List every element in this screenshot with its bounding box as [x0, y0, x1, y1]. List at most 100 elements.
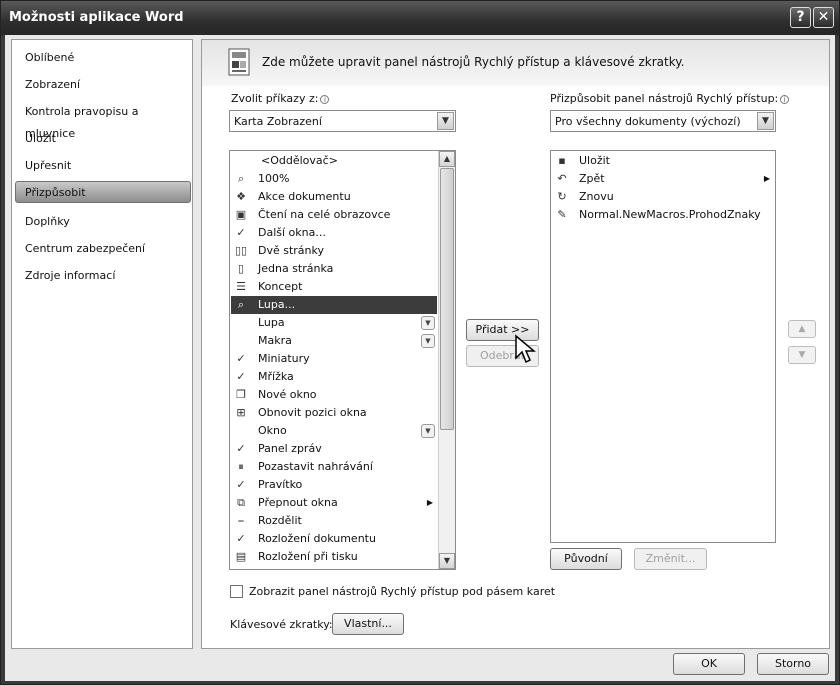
list-item[interactable]: ✓ Rozložení dokumentu: [231, 530, 437, 548]
list-item-label: Přepnout okna: [258, 496, 338, 509]
list-item[interactable]: Lupa ▼: [231, 314, 437, 332]
reset-button[interactable]: Původní: [550, 548, 622, 570]
switch-windows-icon: ⧉: [237, 496, 245, 509]
list-item[interactable]: Okno ▼: [231, 422, 437, 440]
list-item[interactable]: ✓ Miniatury: [231, 350, 437, 368]
list-item[interactable]: ✓ Panel zpráv: [231, 440, 437, 458]
show-below-ribbon-checkbox[interactable]: [230, 585, 243, 598]
list-item[interactable]: <Oddělovač>: [231, 152, 437, 170]
list-item[interactable]: ☰ Koncept: [231, 278, 437, 296]
full-screen-reading-icon: ▣: [235, 208, 247, 221]
list-item[interactable]: ✓ Další okna...: [231, 224, 437, 242]
check-icon: ✓: [236, 352, 246, 365]
nav-item-doplnky[interactable]: Doplňky: [12, 211, 192, 233]
custom-shortcuts-button[interactable]: Vlastní...: [332, 613, 404, 635]
customize-qat-dropdown[interactable]: Pro všechny dokumenty (výchozí) ▼: [550, 110, 776, 132]
list-item[interactable]: ✓ Pravítko: [231, 476, 437, 494]
commands-scrollbar[interactable]: ▲ ▼: [438, 151, 455, 569]
list-item-label: Zpět: [579, 172, 605, 185]
scroll-down-icon[interactable]: ▼: [439, 553, 455, 569]
choose-commands-label: Zvolit příkazy z: i: [231, 92, 330, 105]
nav-item-oblibene[interactable]: Oblíbené: [12, 47, 192, 69]
list-item[interactable]: ⧉ Přepnout okna ▶: [231, 494, 437, 512]
check-icon: ✓: [236, 442, 246, 455]
draft-icon: ☰: [236, 280, 246, 293]
modify-button[interactable]: Změnit...: [634, 548, 707, 570]
commands-list[interactable]: ▲ ▼ <Oddělovač> ⌕ 100% ❖ Akce dokumentu ▣ Čten…: [229, 150, 456, 570]
list-item[interactable]: ⌕ 100%: [231, 170, 437, 188]
customize-qat-label: Přizpůsobit panel nástrojů Rychlý přístu…: [550, 92, 790, 105]
document-actions-icon: ❖: [236, 190, 246, 203]
move-down-button[interactable]: ▼: [788, 346, 816, 364]
list-item-label: Makra: [258, 334, 292, 347]
chevron-down-icon[interactable]: ▼: [421, 424, 435, 438]
list-item[interactable]: ⌕ Lupa...: [231, 296, 437, 314]
list-item-label: Rozložení při tisku: [258, 550, 358, 563]
list-item-label: Normal.NewMacros.ProhodZnaky: [579, 208, 761, 221]
scroll-thumb[interactable]: [440, 168, 454, 430]
options-dialog: Možnosti aplikace Word ? ✕ Oblíbené Zobr…: [0, 0, 840, 685]
list-item[interactable]: ⏸ Pozastavit nahrávání: [231, 458, 437, 476]
close-button[interactable]: ✕: [813, 7, 834, 28]
nav-item-zobrazeni[interactable]: Zobrazení: [12, 74, 192, 96]
list-item[interactable]: ❖ Akce dokumentu: [231, 188, 437, 206]
qat-list[interactable]: ▪ Uložit ↶ Zpět ▶ ↻ Znovu ✎ Normal.NewMacros.Pro…: [550, 150, 776, 543]
help-button[interactable]: ?: [790, 7, 811, 28]
customize-qat-value: Pro všechny dokumenty (výchozí): [555, 115, 741, 128]
customize-qat-icon: [228, 48, 250, 79]
nav-item-zdroje-informaci[interactable]: Zdroje informací: [12, 265, 192, 287]
list-item[interactable]: ▤ Rozložení při tisku: [231, 548, 437, 566]
list-item-label: Rozdělit: [258, 514, 302, 527]
chevron-down-icon[interactable]: ▼: [421, 334, 435, 348]
list-item[interactable]: ▣ Čtení na celé obrazovce: [231, 206, 437, 224]
list-item[interactable]: ↶ Zpět ▶: [552, 170, 774, 188]
list-item-label: Obnovit pozici okna: [258, 406, 367, 419]
list-item-label: Pozastavit nahrávání: [258, 460, 373, 473]
two-pages-icon: ▯▯: [234, 244, 248, 257]
ok-button[interactable]: OK: [673, 653, 745, 675]
chevron-down-icon[interactable]: ▼: [757, 112, 774, 130]
list-item[interactable]: ▯▯ Dvě stránky: [231, 242, 437, 260]
list-item-label: Nové okno: [258, 388, 317, 401]
zoom-100-icon: ⌕: [237, 172, 245, 185]
list-item-label: 100%: [258, 172, 290, 185]
nav-item-upresnit[interactable]: Upřesnit: [12, 155, 192, 177]
chevron-down-icon[interactable]: ▼: [421, 316, 435, 330]
list-item[interactable]: ⊞ Obnovit pozici okna: [231, 404, 437, 422]
list-item[interactable]: Makra ▼: [231, 332, 437, 350]
nav-item-kontrola-pravopisu[interactable]: Kontrola pravopisu a mluvnice: [12, 101, 192, 140]
choose-commands-dropdown[interactable]: Karta Zobrazení ▼: [229, 110, 456, 132]
split-icon: ⎯: [238, 514, 244, 527]
panel-banner: Zde můžete upravit panel nástrojů Rychlý…: [202, 40, 829, 86]
move-up-button[interactable]: ▲: [788, 320, 816, 338]
list-item[interactable]: ↻ Znovu: [552, 188, 774, 206]
list-item-label: Další okna...: [258, 226, 326, 239]
scroll-up-icon[interactable]: ▲: [439, 151, 455, 167]
list-item[interactable]: ❐ Nové okno: [231, 386, 437, 404]
nav-item-centrum-zabezpeceni[interactable]: Centrum zabezpečení: [12, 238, 192, 260]
print-layout-icon: ▤: [235, 550, 247, 563]
list-item-label: Dvě stránky: [258, 244, 325, 257]
list-item-label: Pravítko: [258, 478, 303, 491]
list-item[interactable]: ⎯ Rozdělit: [231, 512, 437, 530]
choose-commands-value: Karta Zobrazení: [234, 115, 322, 128]
list-item[interactable]: ✓ Mřížka: [231, 368, 437, 386]
list-item[interactable]: ▪ Uložit: [552, 152, 774, 170]
check-icon: ✓: [236, 478, 246, 491]
save-icon: ▪: [558, 154, 566, 167]
chevron-right-icon: ▶: [426, 498, 433, 507]
list-item[interactable]: ✎ Normal.NewMacros.ProhodZnaky: [552, 206, 774, 224]
nav-item-ulozit[interactable]: Uložit: [12, 128, 192, 150]
new-window-icon: ❐: [236, 388, 246, 401]
chevron-down-icon[interactable]: ▼: [437, 112, 454, 130]
list-item-label: Jedna stránka: [258, 262, 334, 275]
list-item[interactable]: ▯ Jedna stránka: [231, 260, 437, 278]
magnifier-icon: ⌕: [237, 298, 245, 311]
list-item-label: Lupa: [258, 316, 285, 329]
pause-recording-icon: ⏸: [238, 460, 244, 473]
list-item-label: Uložit: [579, 154, 610, 167]
mouse-cursor-icon: [515, 334, 536, 364]
nav-item-prizpusobit[interactable]: Přizpůsobit: [15, 181, 191, 203]
cancel-button[interactable]: Storno: [757, 653, 829, 675]
title-bar[interactable]: Možnosti aplikace Word ? ✕: [1, 1, 839, 35]
